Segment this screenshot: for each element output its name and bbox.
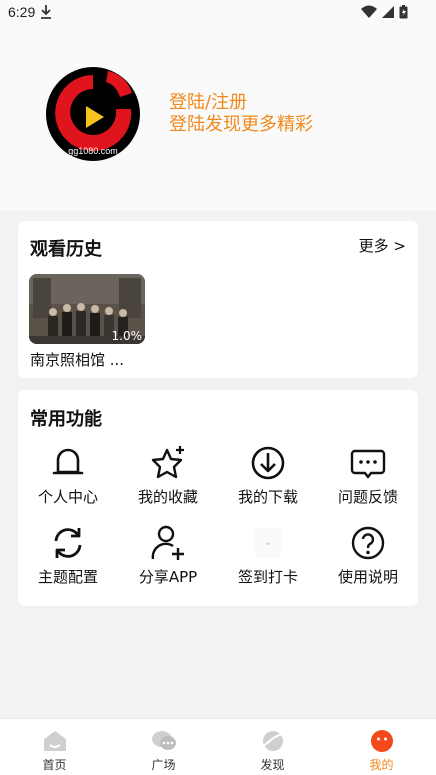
- tab-label: 首页: [42, 758, 67, 772]
- home-icon: [44, 731, 66, 751]
- theme-settings-button[interactable]: 主题配置: [18, 524, 118, 594]
- feedback-button[interactable]: 问题反馈: [318, 444, 418, 514]
- bottom-tab-bar: 首页 广场 发现 我的: [0, 718, 436, 775]
- watch-history-card: 观看历史 更多 > 1.0% 南京照相馆 ...: [18, 221, 418, 378]
- personal-center-button[interactable]: 个人中心: [18, 444, 118, 514]
- wifi-icon: [361, 5, 377, 18]
- status-bar: 6:29: [0, 0, 436, 26]
- tab-home[interactable]: 首页: [0, 719, 109, 775]
- download-icon: [251, 446, 285, 480]
- history-thumbnail[interactable]: 1.0%: [29, 274, 145, 344]
- avatar-site-text: gg1080.com: [68, 146, 118, 156]
- profile-header: gg1080.com 登陆/注册 登陆发现更多精彩: [0, 26, 436, 210]
- share-app-button[interactable]: 分享APP: [118, 524, 218, 594]
- feature-label: 签到打卡: [237, 568, 298, 586]
- history-progress: 1.0%: [111, 329, 143, 343]
- common-features-card: 常用功能 个人中心 我的收藏 我的下载 问题反馈 主题配置 分享APP 签到打卡…: [18, 390, 418, 606]
- signal-icon: [382, 6, 394, 18]
- planet-icon: [261, 731, 286, 751]
- features-title: 常用功能: [30, 409, 102, 430]
- tab-label: 发现: [260, 758, 285, 772]
- refresh-icon: [54, 528, 82, 558]
- tab-square[interactable]: 广场: [109, 719, 218, 775]
- tab-discover[interactable]: 发现: [218, 719, 327, 775]
- feature-label: 个人中心: [37, 488, 98, 506]
- feature-label: 分享APP: [138, 568, 198, 586]
- login-subtitle: 登陆发现更多精彩: [169, 114, 313, 135]
- feature-label: 我的收藏: [137, 488, 198, 506]
- feature-label: 问题反馈: [337, 488, 398, 506]
- bell-icon: [52, 448, 84, 475]
- feature-label: 主题配置: [37, 568, 98, 586]
- feature-label: 使用说明: [337, 568, 398, 586]
- avatar[interactable]: gg1080.com: [46, 67, 140, 161]
- checkin-icon: [255, 528, 281, 558]
- feature-label: 我的下载: [237, 488, 298, 506]
- tab-label: 我的: [369, 758, 394, 772]
- feedback-icon: [350, 449, 386, 479]
- history-more-link[interactable]: 更多 >: [359, 235, 406, 256]
- favorites-button[interactable]: 我的收藏: [118, 444, 218, 514]
- face-icon: [371, 730, 393, 752]
- checkin-button[interactable]: 签到打卡: [218, 524, 318, 594]
- tab-label: 广场: [151, 758, 176, 772]
- star-icon: [151, 446, 184, 479]
- login-register-link[interactable]: 登陆/注册: [169, 92, 247, 114]
- status-icons: [361, 5, 408, 19]
- downloads-button[interactable]: 我的下载: [218, 444, 318, 514]
- history-title: 观看历史: [30, 239, 102, 260]
- help-icon: [351, 526, 385, 560]
- chat-icon: [152, 731, 176, 750]
- tab-mine[interactable]: 我的: [327, 719, 436, 775]
- status-time: 6:29: [8, 4, 36, 20]
- add-user-icon: [151, 525, 184, 560]
- battery-icon: [399, 5, 408, 19]
- usage-help-button[interactable]: 使用说明: [318, 524, 418, 594]
- download-status-icon: [41, 5, 51, 19]
- history-item-name[interactable]: 南京照相馆 ...: [30, 349, 124, 370]
